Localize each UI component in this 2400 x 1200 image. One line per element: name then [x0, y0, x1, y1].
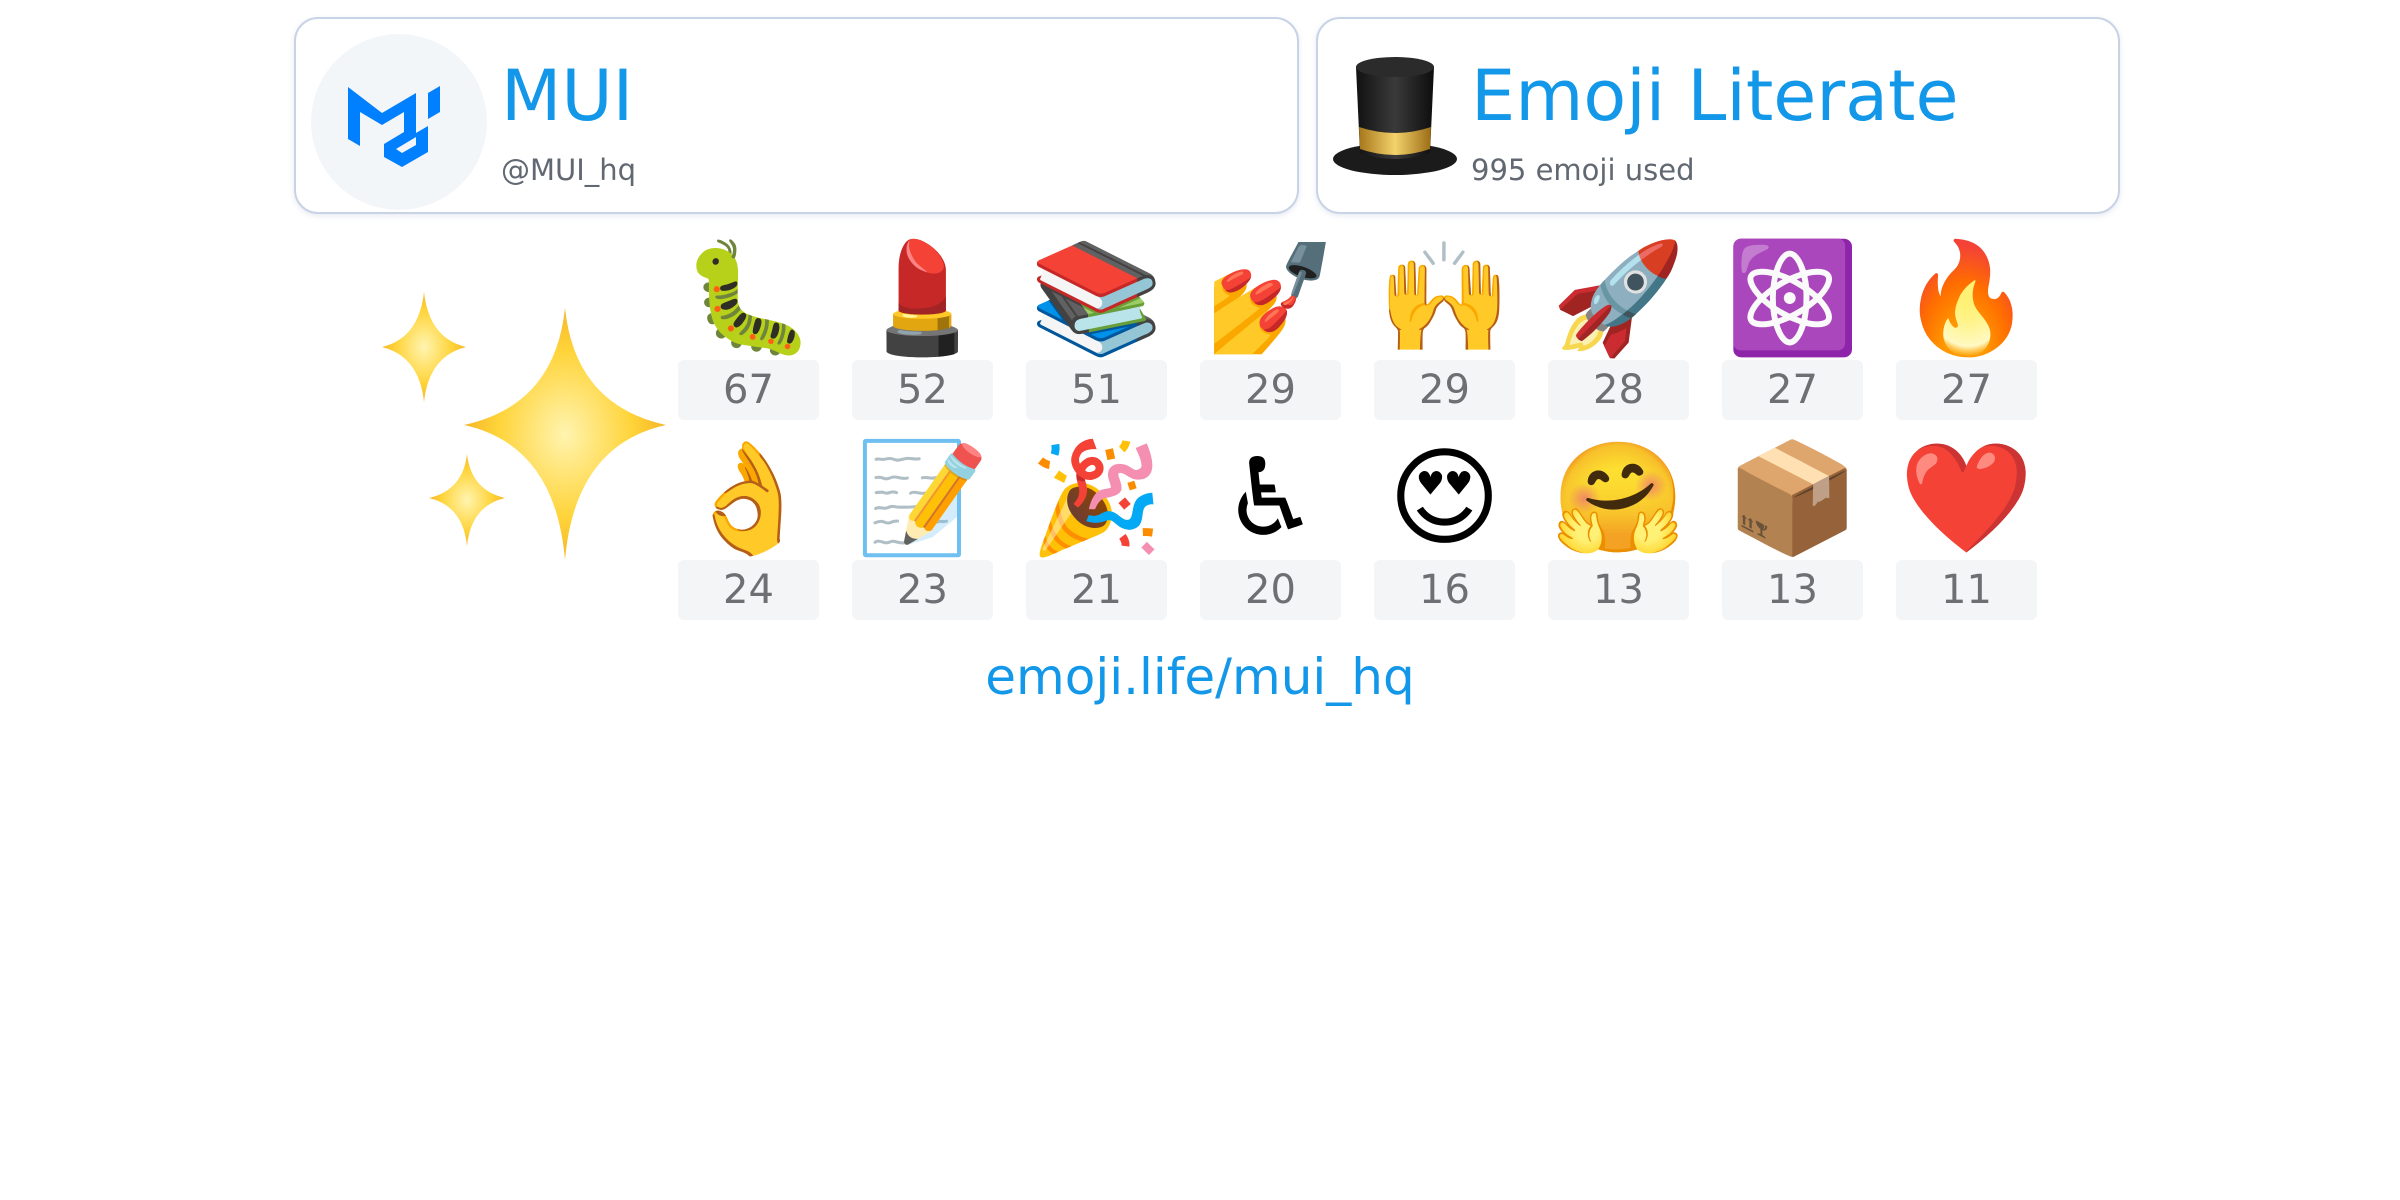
emoji-stat-cell: 📦 13	[1722, 436, 1863, 626]
emoji-stat-cell: 👌 24	[678, 436, 819, 626]
ok-hand-emoji: 👌	[681, 436, 816, 561]
emoji-count: 11	[1896, 560, 2037, 620]
emoji-stat-cell: 😍 16	[1374, 436, 1515, 626]
profile-link[interactable]: emoji.life/mui_hq	[0, 648, 2400, 706]
fire-emoji: 🔥	[1899, 236, 2034, 361]
profile-card[interactable]: MUI @MUI_hq	[294, 17, 1299, 214]
hugging-face-emoji: 🤗	[1551, 436, 1686, 561]
memo-emoji: 📝	[855, 436, 990, 561]
badge-card: Emoji Literate 995 emoji used	[1316, 17, 2120, 214]
red-heart-emoji: ❤️	[1899, 436, 2034, 561]
emoji-stat-cell: 🔥 27	[1896, 236, 2037, 426]
nail-polish-emoji: 💅	[1203, 236, 1338, 361]
emoji-count: 27	[1896, 360, 2037, 420]
emoji-count: 67	[678, 360, 819, 420]
emoji-count: 13	[1722, 560, 1863, 620]
emoji-count: 29	[1374, 360, 1515, 420]
party-popper-emoji: 🎉	[1029, 436, 1164, 561]
emoji-count: 13	[1548, 560, 1689, 620]
emoji-stat-cell: 💄 52	[852, 236, 993, 426]
emoji-count: 23	[852, 560, 993, 620]
heart-eyes-emoji: 😍	[1388, 436, 1501, 561]
emoji-count: 29	[1200, 360, 1341, 420]
emoji-count: 28	[1548, 360, 1689, 420]
emoji-stat-cell: ❤️ 11	[1896, 436, 2037, 626]
wheelchair-symbol-emoji: ♿	[1222, 436, 1319, 561]
raising-hands-emoji: 🙌	[1377, 236, 1512, 361]
emoji-count: 16	[1374, 560, 1515, 620]
emoji-stat-cell: ♿ 20	[1200, 436, 1341, 626]
emoji-stat-cell: 🙌 29	[1374, 236, 1515, 426]
emoji-stat-cell: 💅 29	[1200, 236, 1341, 426]
emoji-stat-cell: 🚀 28	[1548, 236, 1689, 426]
top-hat-icon	[1333, 57, 1457, 175]
package-emoji: 📦	[1725, 436, 1860, 561]
caterpillar-emoji: 🐛	[681, 236, 816, 361]
rocket-emoji: 🚀	[1551, 236, 1686, 361]
atom-symbol-emoji: ⚛️	[1725, 236, 1860, 361]
emoji-count: 52	[852, 360, 993, 420]
lipstick-emoji: 💄	[855, 236, 990, 361]
mui-logo-icon	[348, 86, 440, 167]
emoji-count: 51	[1026, 360, 1167, 420]
emoji-stats-page: MUI @MUI_hq Emoji Literate 995 emoji use…	[0, 0, 2400, 1200]
emoji-count: 24	[678, 560, 819, 620]
books-emoji: 📚	[1029, 236, 1164, 361]
emoji-count: 20	[1200, 560, 1341, 620]
sparkles-icon	[382, 292, 666, 560]
emoji-count: 21	[1026, 560, 1167, 620]
badge-title: Emoji Literate	[1471, 55, 1959, 137]
emoji-stat-cell: 📚 51	[1026, 236, 1167, 426]
emoji-stat-cell: 🎉 21	[1026, 436, 1167, 626]
emoji-stat-cell: 📝 23	[852, 436, 993, 626]
emoji-stat-cell: ⚛️ 27	[1722, 236, 1863, 426]
emoji-stat-cell: 🐛 67	[678, 236, 819, 426]
emoji-count: 27	[1722, 360, 1863, 420]
profile-handle: @MUI_hq	[501, 153, 637, 187]
profile-name: MUI	[501, 55, 634, 137]
emoji-stat-cell: 🤗 13	[1548, 436, 1689, 626]
avatar	[311, 34, 487, 210]
badge-subtitle: 995 emoji used	[1471, 153, 1695, 187]
